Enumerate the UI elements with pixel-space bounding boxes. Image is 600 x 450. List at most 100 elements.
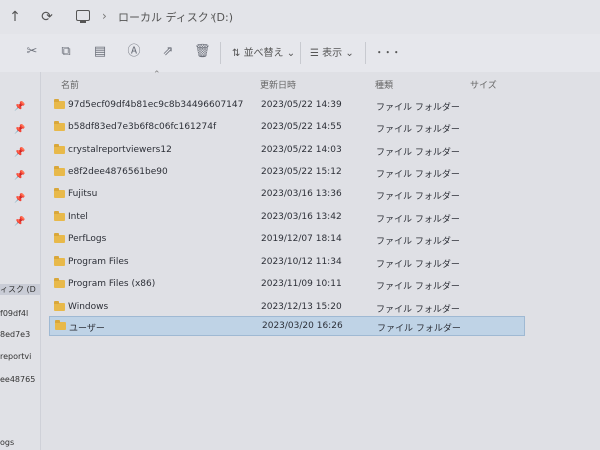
chevron-down-icon: ⌄ [342,48,354,59]
pin-icon: 📌 [14,125,26,135]
file-date: 2023/05/22 15:12 [261,167,342,177]
breadcrumb-drive[interactable]: ローカル ディスク (D:) [118,9,233,25]
address-bar: ↑ ⟳ › ローカル ディスク (D:) › [0,0,600,35]
refresh-icon[interactable]: ⟳ [38,8,56,26]
file-name: PerfLogs [68,234,107,244]
folder-icon [54,188,65,198]
pin-icon: 📌 [14,194,26,204]
file-type: ファイル フォルダー [376,192,460,202]
file-row[interactable]: 97d5ecf09df4b81ec9c8b34496607147 2023/05… [49,96,525,116]
file-name: b58df83ed7e3b6f8c06fc161274f [68,122,217,132]
file-name: 97d5ecf09df4b81ec9c8b34496607147 [68,100,244,110]
folder-icon [54,256,65,266]
toolbar-divider [220,42,221,64]
file-type: ファイル フォルダー [376,305,460,315]
file-date: 2023/03/20 16:26 [262,321,343,331]
delete-icon[interactable]: 🗑 [194,44,211,60]
file-name: crystalreportviewers12 [68,145,172,155]
copy-icon[interactable]: ⧉ [58,44,74,60]
pin-icon: 📌 [14,217,26,227]
file-row[interactable]: PerfLogs 2019/12/07 18:14 ファイル フォルダー [49,230,525,250]
sort-icon: ⇅ [232,48,244,59]
pin-icon: 📌 [14,102,26,112]
nav-item[interactable]: ogs [0,438,14,447]
nav-item-drive[interactable]: ィスク (D [0,284,40,295]
up-arrow-icon[interactable]: ↑ [6,8,24,26]
chevron-right-icon[interactable]: › [102,9,107,23]
folder-icon [54,211,65,221]
command-bar: ✂ ⧉ ▤ Ⓐ ⇗ 🗑 ⇅ 並べ替え ⌄ ☰ 表示 ⌄ ･･･ [0,34,600,73]
pc-icon[interactable] [76,10,90,23]
file-date: 2023/05/22 14:55 [261,122,342,132]
pin-icon: 📌 [14,171,26,181]
file-name: ユーザー [69,324,105,334]
file-date: 2023/10/12 11:34 [261,257,342,267]
file-type: ファイル フォルダー [376,260,460,270]
file-row[interactable]: Windows 2023/12/13 15:20 ファイル フォルダー [49,298,525,318]
file-list: ⌃ 名前 更新日時 種類 サイズ 97d5ecf09df4b81ec9c8b34… [41,70,600,450]
sort-label: 並べ替え [243,48,284,59]
chevron-right-icon[interactable]: › [210,9,215,23]
nav-item[interactable]: reportvi [0,352,31,361]
file-date: 2023/12/13 15:20 [261,302,342,312]
chevron-down-icon: ⌄ [283,48,296,59]
view-icon: ☰ [310,48,323,59]
file-name: Program Files [68,257,129,267]
sort-button[interactable]: ⇅ 並べ替え ⌄ [232,44,295,59]
file-date: 2019/12/07 18:14 [261,234,342,244]
column-header-name[interactable]: 名前 [61,78,79,91]
file-row[interactable]: b58df83ed7e3b6f8c06fc161274f 2023/05/22 … [49,118,525,138]
file-type: ファイル フォルダー [376,215,460,225]
folder-icon [54,166,65,176]
file-type: ファイル フォルダー [376,282,460,292]
file-type: ファイル フォルダー [376,103,460,113]
nav-item[interactable]: 8ed7e3 [0,330,30,339]
file-row-selected[interactable]: ユーザー 2023/03/20 16:26 ファイル フォルダー [49,316,525,336]
file-row[interactable]: Fujitsu 2023/03/16 13:36 ファイル フォルダー [49,185,525,205]
pin-icon: 📌 [14,148,26,158]
file-row[interactable]: Intel 2023/03/16 13:42 ファイル フォルダー [49,208,525,228]
file-name: e8f2dee4876561be90 [68,167,168,177]
navigation-pane[interactable]: 📌 📌 📌 📌 📌 📌 ィスク (D f09df4l 8ed7e3 report… [0,72,41,450]
file-date: 2023/03/16 13:42 [261,212,342,222]
folder-icon [54,99,65,109]
paste-icon[interactable]: ▤ [92,44,108,60]
folder-icon [55,320,66,330]
file-name: Program Files (x86) [68,279,156,289]
file-type: ファイル フォルダー [376,125,460,135]
file-name: Windows [68,302,109,312]
file-date: 2023/05/22 14:03 [261,145,342,155]
nav-item[interactable]: f09df4l [0,309,28,318]
column-header-size[interactable]: サイズ [470,78,497,91]
file-type: ファイル フォルダー [376,237,460,247]
file-type: ファイル フォルダー [376,170,460,180]
file-date: 2023/05/22 14:39 [261,100,342,110]
nav-item[interactable]: ee48765 [0,375,35,384]
file-row[interactable]: Program Files 2023/10/12 11:34 ファイル フォルダ… [49,253,525,273]
share-icon[interactable]: ⇗ [160,44,176,60]
file-row[interactable]: Program Files (x86) 2023/11/09 10:11 ファイ… [49,275,525,295]
file-name: Fujitsu [68,189,98,199]
rename-icon[interactable]: Ⓐ [126,44,142,60]
sort-caret-icon: ⌃ [153,70,161,80]
file-type: ファイル フォルダー [376,148,460,158]
view-label: 表示 [322,48,343,59]
view-button[interactable]: ☰ 表示 ⌄ [310,44,354,59]
column-header-date[interactable]: 更新日時 [260,78,296,91]
column-header-type[interactable]: 種類 [375,78,393,91]
file-row[interactable]: crystalreportviewers12 2023/05/22 14:03 … [49,141,525,161]
folder-icon [54,121,65,131]
toolbar-divider [300,42,301,64]
folder-icon [54,144,65,154]
cut-icon[interactable]: ✂ [24,44,40,60]
file-name: Intel [68,212,88,222]
toolbar-divider [365,42,366,64]
file-type: ファイル フォルダー [377,324,461,334]
file-row[interactable]: e8f2dee4876561be90 2023/05/22 15:12 ファイル… [49,163,525,183]
folder-icon [54,233,65,243]
file-date: 2023/03/16 13:36 [261,189,342,199]
more-options-button[interactable]: ･･･ [376,42,402,61]
file-date: 2023/11/09 10:11 [261,279,342,289]
folder-icon [54,301,65,311]
folder-icon [54,278,65,288]
